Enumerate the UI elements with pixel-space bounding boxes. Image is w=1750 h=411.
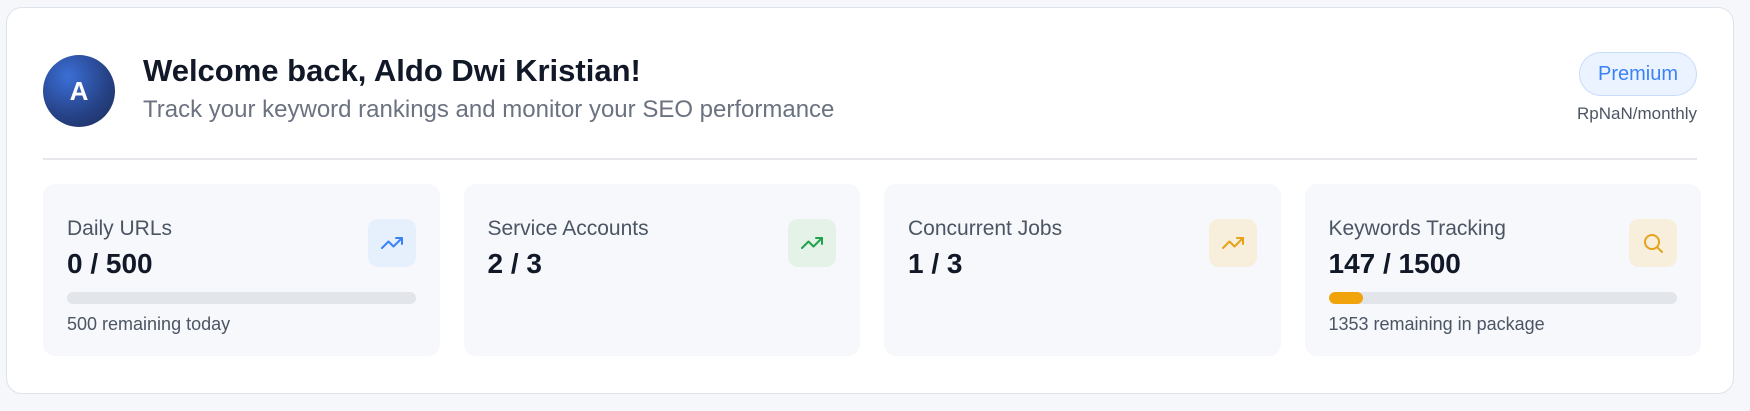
daily-urls-progress-bar <box>67 292 416 304</box>
stat-label: Daily URLs <box>67 217 173 240</box>
trending-up-icon <box>788 219 836 267</box>
stat-card-daily-urls: Daily URLs 0 / 500 500 remaining today <box>43 184 440 356</box>
stat-caption: 500 remaining today <box>67 314 231 334</box>
stat-value: 0 / 500 <box>67 248 153 279</box>
welcome-card: A Welcome back, Aldo Dwi Kristian! Track… <box>6 7 1734 394</box>
keywords-progress-bar <box>1328 292 1677 304</box>
progress-fill <box>1328 292 1363 304</box>
stat-value: 1 / 3 <box>908 248 963 279</box>
stat-value: 2 / 3 <box>487 248 542 279</box>
plan-badge[interactable]: Premium <box>1578 52 1697 96</box>
trending-up-icon <box>1208 219 1257 267</box>
stat-caption: 1353 remaining in package <box>1328 314 1545 334</box>
stat-label: Concurrent Jobs <box>908 217 1063 240</box>
stat-card-service-accounts: Service Accounts 2 / 3 <box>463 184 860 356</box>
divider <box>43 158 1697 160</box>
stat-card-concurrent-jobs: Concurrent Jobs 1 / 3 <box>884 184 1281 356</box>
trending-up-icon <box>367 219 416 267</box>
stat-label: Service Accounts <box>487 217 649 240</box>
page-subtitle: Track your keyword rankings and monitor … <box>143 96 835 123</box>
stat-card-keywords-tracking: Keywords Tracking 147 / 1500 1353 remain… <box>1304 184 1701 356</box>
welcome-header: A Welcome back, Aldo Dwi Kristian! Track… <box>43 48 1697 128</box>
avatar[interactable]: A <box>43 55 115 127</box>
page-title: Welcome back, Aldo Dwi Kristian! <box>143 53 641 88</box>
search-icon <box>1629 219 1677 267</box>
plan-price: RpNaN/monthly <box>1577 104 1697 123</box>
stat-value: 147 / 1500 <box>1328 248 1461 279</box>
stats-row: Daily URLs 0 / 500 500 remaining today S… <box>43 184 1701 356</box>
stat-label: Keywords Tracking <box>1328 217 1506 240</box>
